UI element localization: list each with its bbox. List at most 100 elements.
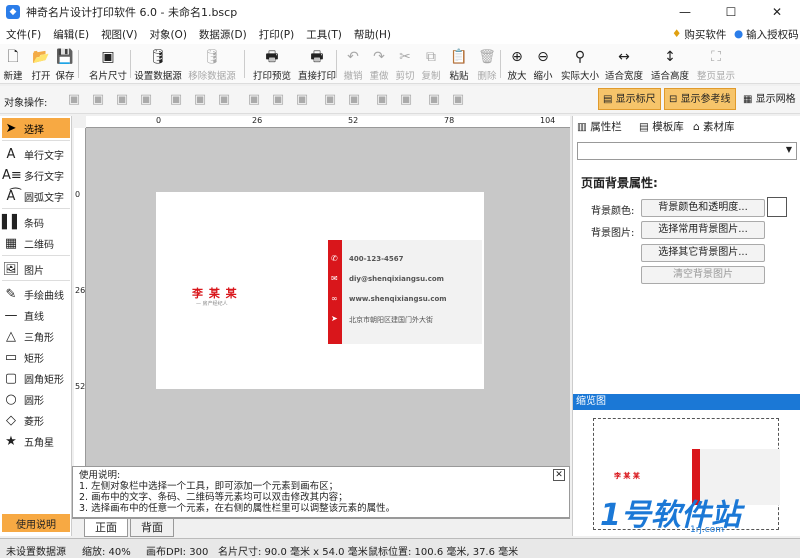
- bg-color-button[interactable]: 背景颜色和透明度...: [641, 199, 765, 217]
- menu-file[interactable]: 文件(F): [0, 27, 47, 42]
- toolbar-card-size-button[interactable]: ▣ 名片尺寸: [84, 46, 132, 82]
- show-ruler-toggle[interactable]: ▤ 显示标尺: [598, 88, 661, 110]
- line-icon: —: [4, 307, 18, 323]
- menu-datasource[interactable]: 数据源(D): [193, 27, 253, 42]
- toolbar-undo-button[interactable]: ↶ 撤销: [340, 46, 366, 82]
- bg-color-swatch[interactable]: [767, 197, 787, 217]
- tool-diamond[interactable]: ◇ 菱形: [2, 410, 70, 430]
- tool-qrcode[interactable]: ▦ 二维码: [2, 233, 70, 253]
- menu-view[interactable]: 视图(V): [95, 27, 143, 42]
- tool-line[interactable]: — 直线: [2, 305, 70, 325]
- toolbar-save-button[interactable]: 💾 保存: [52, 46, 78, 82]
- distribute-h-icon[interactable]: ▣: [322, 92, 338, 108]
- tool-rounded-rect[interactable]: ▢ 圆角矩形: [2, 368, 70, 388]
- actual-size-icon: ⚲: [574, 49, 586, 65]
- tool-arc-text[interactable]: A͡ 圆弧文字: [2, 186, 70, 206]
- status-bar: 未设置数据源 缩放: 40% 画布DPI: 300 名片尺寸: 90.0 毫米 …: [0, 538, 800, 558]
- tool-image[interactable]: 🖼 图片: [2, 259, 70, 279]
- maximize-button[interactable]: ☐: [708, 0, 754, 24]
- toolbar-datasource-button[interactable]: 🛢 设置数据源: [134, 46, 182, 82]
- buy-software-link[interactable]: ♦ 购买软件: [672, 24, 726, 44]
- group-icon[interactable]: ▣: [374, 92, 390, 108]
- card-name[interactable]: 李 某 某: [192, 285, 238, 301]
- toolbar-zoom-in-button[interactable]: ⊕ 放大: [504, 46, 530, 82]
- send-backward-icon[interactable]: ▣: [138, 92, 154, 108]
- menu-object[interactable]: 对象(O): [143, 27, 192, 42]
- tab-templates[interactable]: ▤ 模板库: [639, 118, 684, 136]
- align-bottom-icon[interactable]: ▣: [294, 92, 310, 108]
- menu-print[interactable]: 打印(P): [253, 27, 301, 42]
- card-phone[interactable]: 400-123-4567: [349, 255, 404, 263]
- card-web[interactable]: www.shenqixiangsu.com: [349, 295, 447, 303]
- ruler-tick-label: 26: [75, 286, 86, 295]
- choose-common-bg-button[interactable]: 选择常用背景图片...: [641, 221, 765, 239]
- distribute-v-icon[interactable]: ▣: [346, 92, 362, 108]
- align-left-icon[interactable]: ▣: [168, 92, 184, 108]
- toolbar-fit-page-button[interactable]: ⛶ 整页显示: [692, 46, 740, 82]
- menu-help[interactable]: 帮助(H): [348, 27, 397, 42]
- ungroup-icon[interactable]: ▣: [398, 92, 414, 108]
- lock-icon[interactable]: ▣: [426, 92, 442, 108]
- element-select[interactable]: ▼: [577, 142, 797, 160]
- menu-tools[interactable]: 工具(T): [300, 27, 348, 42]
- unlock-icon[interactable]: ▣: [450, 92, 466, 108]
- bring-forward-icon[interactable]: ▣: [114, 92, 130, 108]
- show-guides-label: 显示参考线: [680, 94, 731, 105]
- tool-pen[interactable]: ✎ 手绘曲线: [2, 284, 70, 304]
- toolbar-paste-button[interactable]: 📋 粘贴: [446, 46, 472, 82]
- enter-auth-link[interactable]: ● 输入授权码: [734, 24, 799, 44]
- toolbar-new-button[interactable]: 🗋 新建: [0, 46, 26, 82]
- toolbar-copy-button[interactable]: ⧉ 复制: [418, 46, 444, 82]
- design-canvas[interactable]: 李 某 某 — 房产经纪人 ✆ ✉ ∞ ➤ 400-123-4567 diy@s…: [86, 128, 570, 466]
- toolbar-delete-button[interactable]: 🗑 删除: [474, 46, 500, 82]
- print-preview-icon: 🖶: [265, 49, 279, 65]
- toolbar-actual-size-button[interactable]: ⚲ 实际大小: [556, 46, 604, 82]
- align-top-icon[interactable]: ▣: [246, 92, 262, 108]
- tool-multi-text[interactable]: A≡ 多行文字: [2, 165, 70, 185]
- toolbar-fit-height-button[interactable]: ↕ 适合高度: [646, 46, 694, 82]
- choose-other-bg-button[interactable]: 选择其它背景图片...: [641, 244, 765, 262]
- toolbar-fit-width-button[interactable]: ↔ 适合宽度: [600, 46, 648, 82]
- business-card[interactable]: 李 某 某 — 房产经纪人 ✆ ✉ ∞ ➤ 400-123-4567 diy@s…: [156, 192, 484, 389]
- card-email[interactable]: diy@shenqixiangsu.com: [349, 275, 444, 283]
- align-center-icon[interactable]: ▣: [192, 92, 208, 108]
- toolbar-cut-button[interactable]: ✂ 剪切: [392, 46, 418, 82]
- toolbar-label: 适合高度: [650, 71, 689, 82]
- align-middle-icon[interactable]: ▣: [270, 92, 286, 108]
- show-guides-toggle[interactable]: ⊟ 显示参考线: [664, 88, 736, 110]
- toolbar-print-button[interactable]: 🖶 直接打印: [293, 46, 341, 82]
- tab-materials[interactable]: ⌂ 素材库: [693, 118, 735, 136]
- toolbar-redo-button[interactable]: ↷ 重做: [366, 46, 392, 82]
- help-close-icon[interactable]: ✕: [553, 469, 565, 481]
- minimize-button[interactable]: —: [662, 0, 708, 24]
- tool-barcode[interactable]: ▌▌ 条码: [2, 212, 70, 232]
- tab-front[interactable]: 正面: [84, 519, 128, 537]
- ruler-horizontal: 0 26 52 78 104: [86, 116, 570, 128]
- toolbar-print-preview-button[interactable]: 🖶 打印预览: [248, 46, 296, 82]
- toolbar-zoom-out-button[interactable]: ⊖ 缩小: [530, 46, 556, 82]
- show-grid-toggle[interactable]: ▦ 显示网格: [738, 88, 800, 110]
- clear-bg-button[interactable]: 清空背景图片: [641, 266, 765, 284]
- tool-label: 单行文字: [24, 150, 64, 162]
- tool-star[interactable]: ★ 五角星: [2, 431, 70, 451]
- tool-single-text[interactable]: A 单行文字: [2, 144, 70, 164]
- card-subtitle[interactable]: — 房产经纪人: [196, 300, 228, 307]
- card-address[interactable]: 北京市朝阳区建国门外大街: [349, 315, 433, 325]
- bring-front-icon[interactable]: ▣: [66, 92, 82, 108]
- tool-pointer[interactable]: ➤ 选择: [2, 118, 70, 138]
- tool-triangle[interactable]: △ 三角形: [2, 326, 70, 346]
- tab-properties[interactable]: ▥ 属性栏: [577, 118, 622, 136]
- align-right-icon[interactable]: ▣: [216, 92, 232, 108]
- tab-back[interactable]: 背面: [130, 519, 174, 537]
- help-button[interactable]: 使用说明: [2, 514, 70, 532]
- toolbar-open-button[interactable]: 📂 打开: [28, 46, 54, 82]
- send-back-icon[interactable]: ▣: [90, 92, 106, 108]
- tool-label: 三角形: [24, 332, 54, 344]
- close-button[interactable]: ✕: [754, 0, 800, 24]
- status-mouse-position: 鼠标位置: 100.6 毫米, 37.6 毫米: [368, 547, 519, 558]
- tool-circle[interactable]: ○ 圆形: [2, 389, 70, 409]
- toolbar-remove-datasource-button[interactable]: 🛢 移除数据源: [188, 46, 236, 82]
- tool-rectangle[interactable]: ▭ 矩形: [2, 347, 70, 367]
- circle-icon: ○: [5, 391, 17, 407]
- menu-edit[interactable]: 编辑(E): [47, 27, 95, 42]
